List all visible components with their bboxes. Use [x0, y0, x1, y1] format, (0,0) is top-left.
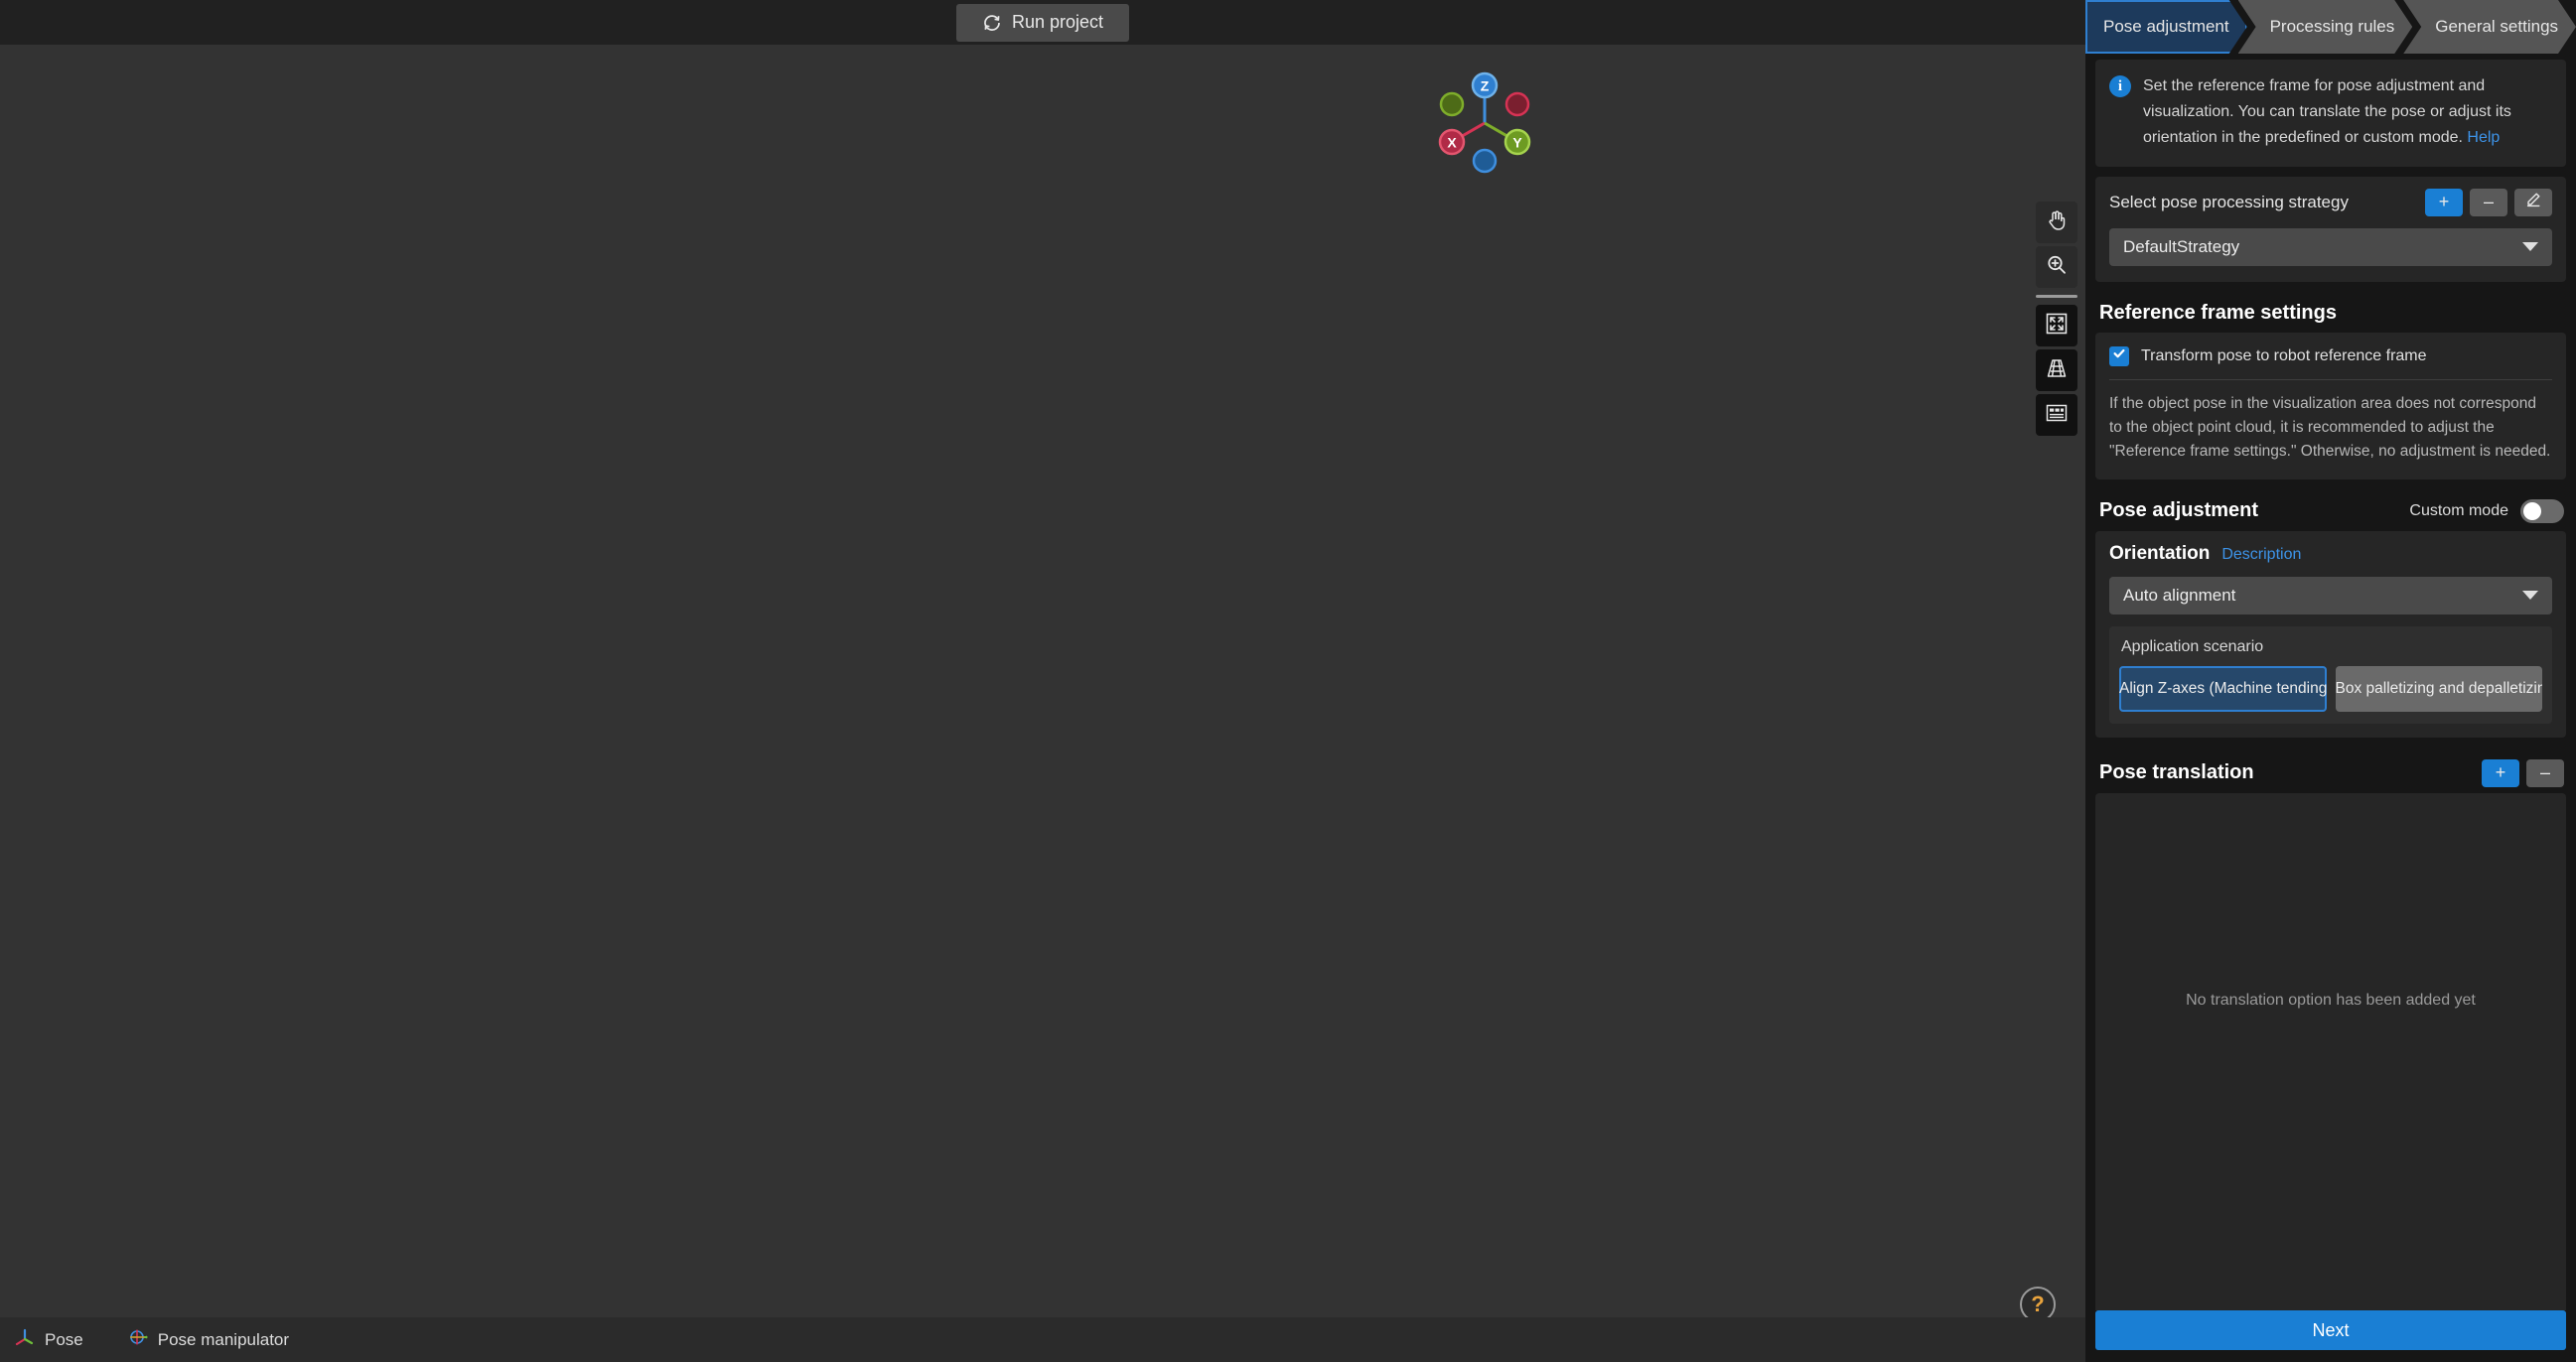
gizmo-neg-y-ball [1439, 91, 1465, 117]
info-help-link[interactable]: Help [2467, 129, 2500, 146]
remove-translation-button[interactable]: – [2526, 758, 2564, 787]
pan-hand-tool-button[interactable] [2036, 202, 2077, 243]
pose-translation-empty-area: No translation option has been added yet [2095, 792, 2566, 1310]
gizmo-z-label: Z [1481, 78, 1490, 94]
tab-general-settings[interactable]: General settings [2403, 0, 2576, 54]
tab-processing-rules-label: Processing rules [2269, 17, 2395, 36]
info-banner-message: Set the reference frame for pose adjustm… [2143, 77, 2511, 146]
application-scenario-box: Application scenario Align Z-axes (Machi… [2109, 625, 2552, 724]
status-bar: Pose Pose manipulator [0, 1317, 2085, 1362]
strategy-header: Select pose processing strategy + – [2109, 188, 2552, 216]
fit-to-screen-icon [2044, 311, 2070, 341]
pose-adjustment-title: Pose adjustment [2099, 499, 2259, 522]
refresh-icon [982, 13, 1002, 33]
info-banner: i Set the reference frame for pose adjus… [2095, 60, 2566, 167]
add-translation-button[interactable]: + [2482, 758, 2519, 787]
next-button[interactable]: Next [2095, 1310, 2566, 1350]
pose-translation-empty-message: No translation option has been added yet [2186, 991, 2476, 1009]
reference-frame-title: Reference frame settings [2099, 301, 2337, 324]
orientation-select-value: Auto alignment [2123, 585, 2236, 605]
tab-pose-adjustment-label: Pose adjustment [2102, 17, 2229, 36]
custom-mode-control: Custom mode [2409, 498, 2564, 523]
wizard-tabs: Pose adjustment Processing rules General… [2085, 0, 2576, 54]
panel-body: i Set the reference frame for pose adjus… [2085, 54, 2576, 1310]
application-scenario-label: Application scenario [2121, 637, 2264, 655]
status-item-pose-manipulator[interactable]: Pose manipulator [127, 1326, 289, 1353]
pose-translation-header: Pose translation + – [2099, 758, 2564, 787]
scenario-align-z-axes-button[interactable]: Align Z-axes (Machine tending) [2119, 665, 2327, 712]
viewport-column: Run project Z X Y ? Pose Pose manipulato… [0, 0, 2085, 1362]
chevron-down-icon [2522, 591, 2538, 601]
pose-translation-title: Pose translation [2099, 761, 2254, 784]
orientation-header: Orientation Description [2109, 543, 2552, 565]
info-banner-text: Set the reference frame for pose adjustm… [2143, 73, 2550, 151]
remove-strategy-button[interactable]: – [2470, 188, 2507, 216]
strategy-card: Select pose processing strategy + – Defa… [2095, 176, 2566, 282]
tab-processing-rules[interactable]: Processing rules [2238, 0, 2413, 54]
pan-hand-icon [2045, 208, 2069, 237]
custom-mode-label: Custom mode [2409, 501, 2508, 519]
status-item-pose[interactable]: Pose [14, 1326, 83, 1353]
orientation-card: Orientation Description Auto alignment A… [2095, 530, 2566, 738]
reference-frame-divider [2109, 378, 2552, 380]
pose-translation-button-group: + – [2482, 758, 2564, 787]
zoom-in-tool-button[interactable] [2036, 246, 2077, 288]
orientation-title: Orientation [2109, 542, 2211, 564]
gizmo-neg-x-ball [1504, 91, 1530, 117]
pose-manipulator-icon [127, 1326, 149, 1353]
edit-strategy-button[interactable] [2514, 188, 2552, 216]
scenario-box-palletizing-button[interactable]: Box palletizing and depalletizing [2335, 665, 2542, 712]
grid-svg [0, 45, 2085, 1317]
status-item-pose-manipulator-label: Pose manipulator [157, 1329, 290, 1349]
custom-mode-toggle-knob [2523, 501, 2541, 520]
viewport-tool-strip [2032, 202, 2081, 436]
transform-pose-checkbox-label[interactable]: Transform pose to robot reference frame [2141, 347, 2427, 365]
strategy-button-group: + – [2425, 188, 2552, 216]
pencil-icon [2525, 192, 2541, 212]
app-root: Run project Z X Y ? Pose Pose manipulato… [0, 0, 2576, 1362]
perspective-grid-tool-button[interactable] [2036, 349, 2077, 391]
transform-pose-checkbox[interactable] [2109, 345, 2129, 366]
zoom-in-icon [2045, 253, 2069, 282]
orientation-select[interactable]: Auto alignment [2109, 576, 2552, 614]
strategy-select[interactable]: DefaultStrategy [2109, 227, 2552, 266]
top-toolbar: Run project [0, 0, 2085, 45]
chevron-down-icon [2522, 242, 2538, 252]
strategy-select-value: DefaultStrategy [2123, 236, 2240, 256]
list-view-tool-button[interactable] [2036, 394, 2077, 436]
pose-adjustment-header: Pose adjustment Custom mode [2099, 498, 2564, 523]
application-scenario-buttons: Align Z-axes (Machine tending) Box palle… [2119, 665, 2542, 712]
panel-footer: Next [2085, 1310, 2576, 1362]
check-icon [2112, 346, 2126, 365]
tool-strip-separator [2036, 295, 2077, 298]
perspective-grid-icon [2044, 355, 2070, 386]
reference-frame-card: Transform pose to robot reference frame … [2095, 332, 2566, 479]
transform-pose-row: Transform pose to robot reference frame [2109, 345, 2552, 366]
viewport-3d-canvas[interactable] [0, 45, 2085, 1317]
tab-general-settings-label: General settings [2435, 17, 2559, 36]
add-strategy-button[interactable]: + [2425, 188, 2463, 216]
status-item-pose-label: Pose [45, 1329, 83, 1349]
run-project-button[interactable]: Run project [955, 3, 1130, 42]
strategy-title: Select pose processing strategy [2109, 192, 2349, 211]
gizmo-y-label: Y [1512, 135, 1522, 151]
orientation-description-link[interactable]: Description [2221, 546, 2301, 564]
run-project-label: Run project [1011, 12, 1104, 32]
list-view-icon [2044, 400, 2070, 431]
info-icon: i [2109, 75, 2131, 97]
gizmo-x-label: X [1447, 135, 1457, 151]
axis-gizmo[interactable]: Z X Y [1425, 62, 1544, 181]
reference-frame-description: If the object pose in the visualization … [2109, 394, 2551, 460]
gizmo-neg-z-ball [1472, 148, 1498, 174]
pose-axes-icon [14, 1326, 36, 1353]
tab-pose-adjustment[interactable]: Pose adjustment [2085, 0, 2247, 54]
fit-to-screen-tool-button[interactable] [2036, 305, 2077, 346]
custom-mode-toggle[interactable] [2520, 498, 2564, 523]
side-panel: Pose adjustment Processing rules General… [2085, 0, 2576, 1362]
